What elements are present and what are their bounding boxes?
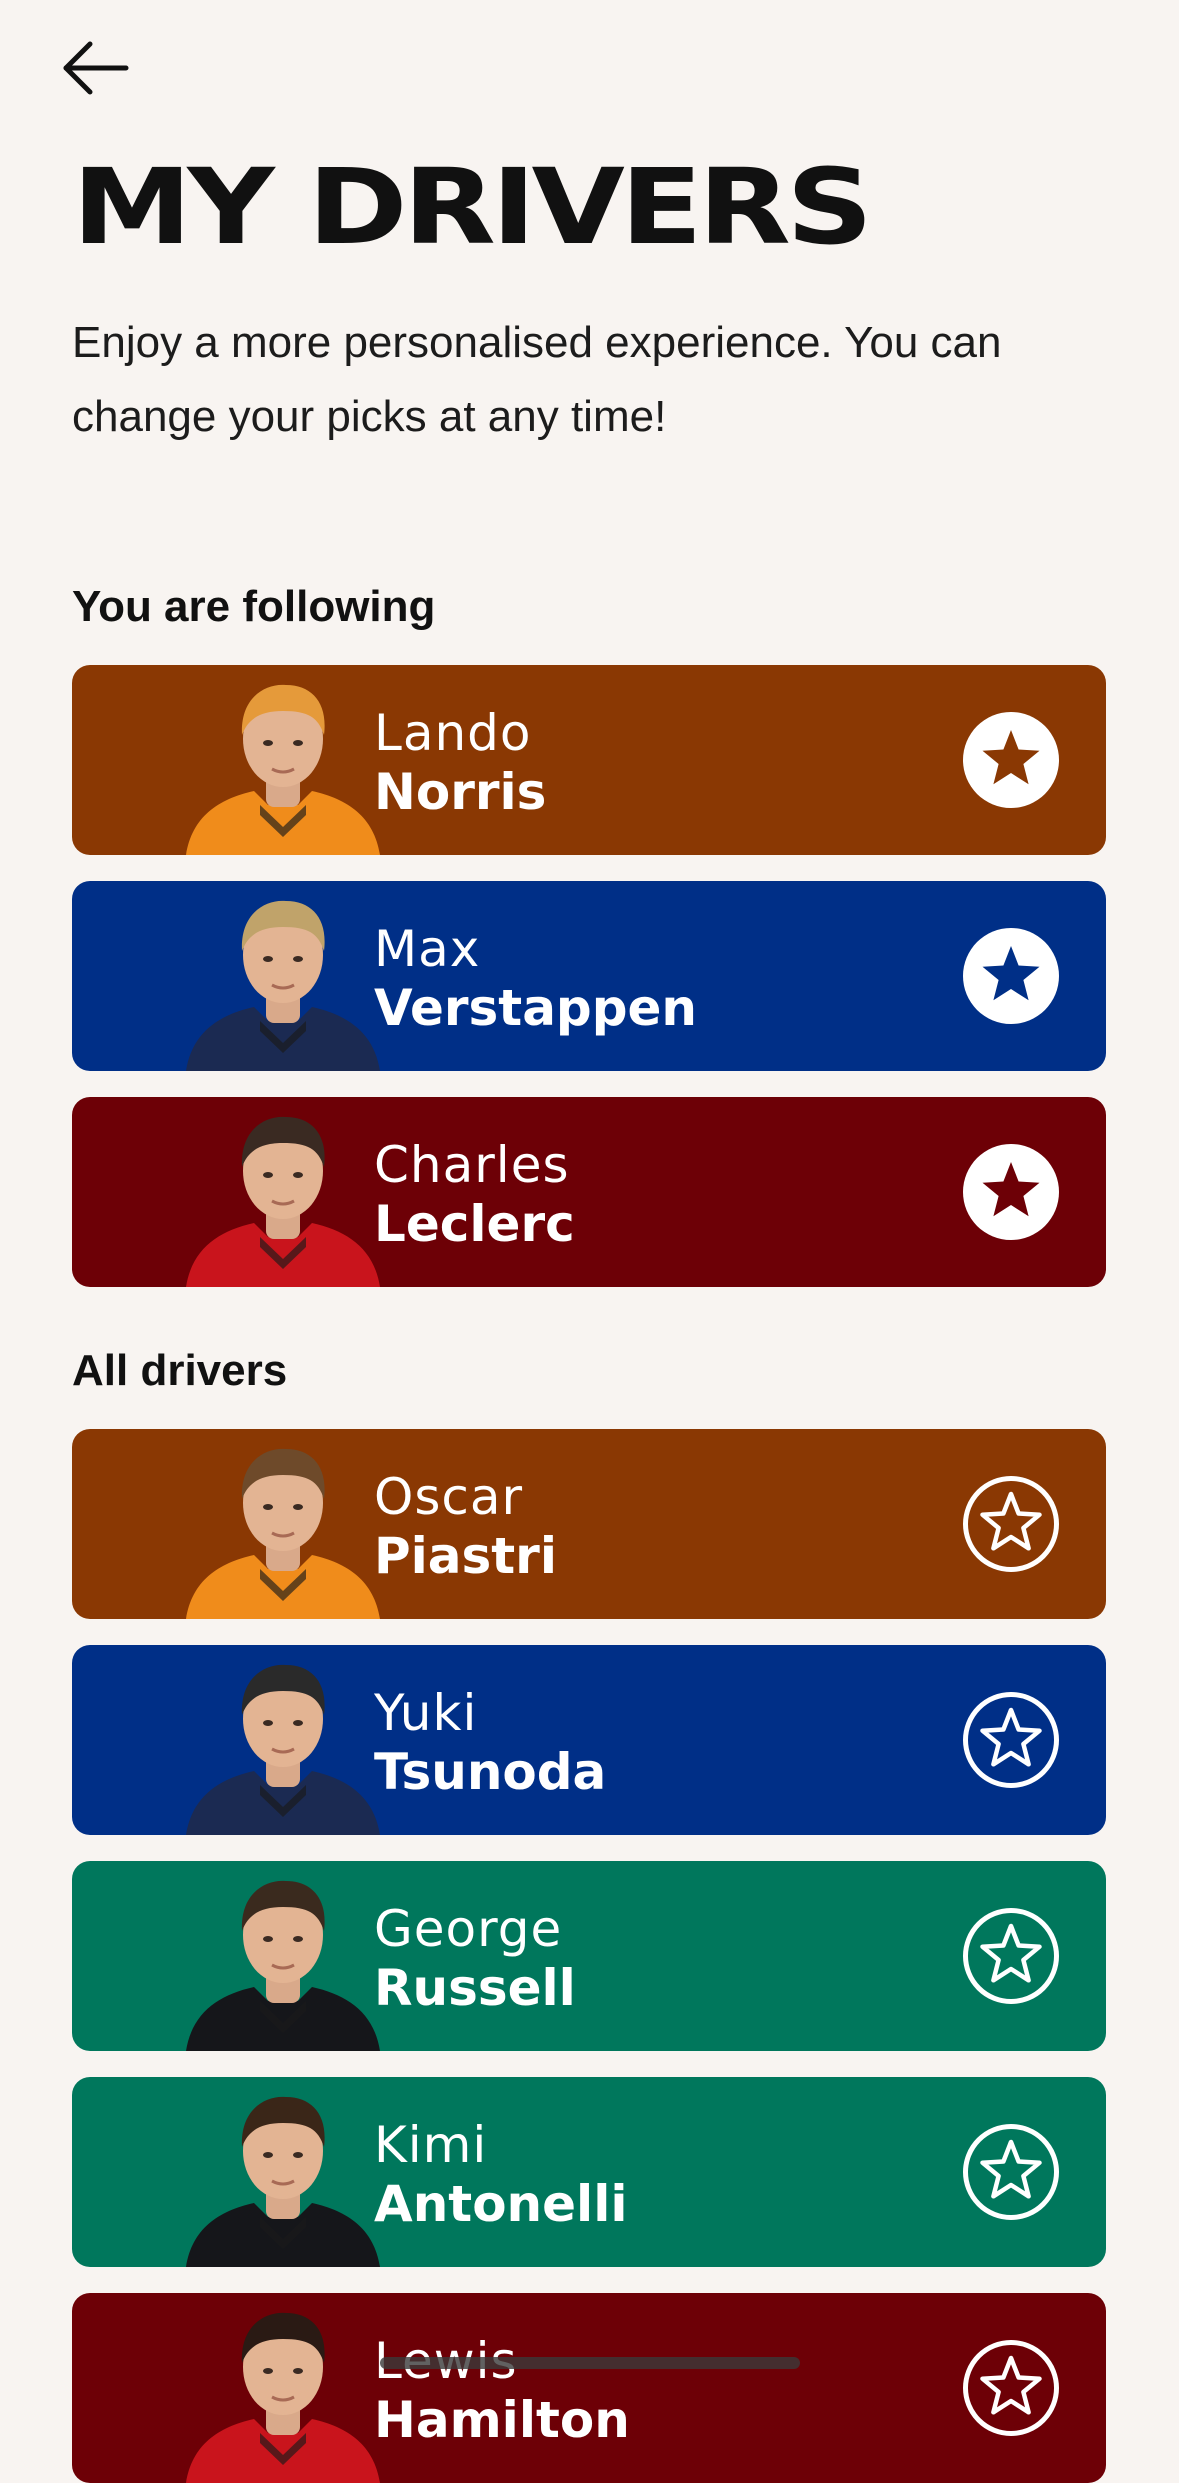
driver-last-name: Tsunoda <box>374 1743 607 1801</box>
unfollow-button[interactable] <box>963 1144 1059 1240</box>
driver-first-name: Max <box>374 920 481 978</box>
driver-photo <box>186 1664 380 1835</box>
driver-photo <box>186 684 380 855</box>
driver-first-name: Kimi <box>374 2116 488 2174</box>
driver-first-name: George <box>374 1900 563 1958</box>
driver-first-name: Oscar <box>374 1468 524 1526</box>
driver-card-russell[interactable]: George Russell <box>72 1861 1106 2051</box>
back-button[interactable] <box>62 40 130 96</box>
driver-photo <box>186 900 380 1071</box>
driver-card-norris[interactable]: Lando Norris <box>72 665 1106 855</box>
driver-last-name: Antonelli <box>374 2175 628 2233</box>
driver-card-antonelli[interactable]: Kimi Antonelli <box>72 2077 1106 2267</box>
star-filled-icon <box>982 730 1040 785</box>
driver-last-name: Piastri <box>374 1527 557 1585</box>
driver-last-name: Norris <box>374 763 547 821</box>
following-section-label: You are following <box>72 582 436 631</box>
follow-button[interactable] <box>963 1908 1059 2004</box>
driver-last-name: Leclerc <box>374 1195 575 1253</box>
star-outline-icon <box>980 2355 1042 2415</box>
all-drivers-section-label: All drivers <box>72 1346 288 1395</box>
follow-button[interactable] <box>963 2124 1059 2220</box>
follow-button[interactable] <box>963 1692 1059 1788</box>
driver-photo <box>186 1116 380 1287</box>
star-outline-icon <box>980 1491 1042 1551</box>
driver-card-verstappen[interactable]: Max Verstappen <box>72 881 1106 1071</box>
driver-first-name: Lando <box>374 704 532 762</box>
page-title: MY DRIVERS <box>72 146 873 268</box>
driver-card-piastri[interactable]: Oscar Piastri <box>72 1429 1106 1619</box>
arrow-left-icon <box>63 41 129 95</box>
star-outline-icon <box>980 2139 1042 2199</box>
driver-card-tsunoda[interactable]: Yuki Tsunoda <box>72 1645 1106 1835</box>
driver-photo <box>186 2312 380 2483</box>
unfollow-button[interactable] <box>963 928 1059 1024</box>
driver-photo <box>186 1880 380 2051</box>
star-outline-icon <box>980 1707 1042 1767</box>
star-filled-icon <box>982 946 1040 1001</box>
driver-photo <box>186 1448 380 1619</box>
driver-card-leclerc[interactable]: Charles Leclerc <box>72 1097 1106 1287</box>
follow-button[interactable] <box>963 2340 1059 2436</box>
driver-first-name: Yuki <box>374 1684 478 1742</box>
follow-button[interactable] <box>963 1476 1059 1572</box>
home-indicator <box>380 2357 800 2369</box>
driver-first-name: Charles <box>374 1136 570 1194</box>
driver-last-name: Hamilton <box>374 2391 630 2449</box>
star-outline-icon <box>980 1923 1042 1983</box>
driver-card-hamilton[interactable]: LewisHamilton <box>72 2293 1106 2483</box>
driver-last-name: Verstappen <box>374 979 698 1037</box>
driver-last-name: Russell <box>374 1959 576 2017</box>
unfollow-button[interactable] <box>963 712 1059 808</box>
page-intro: Enjoy a more personalised experience. Yo… <box>72 318 1002 441</box>
star-filled-icon <box>982 1162 1040 1217</box>
driver-photo <box>186 2096 380 2267</box>
